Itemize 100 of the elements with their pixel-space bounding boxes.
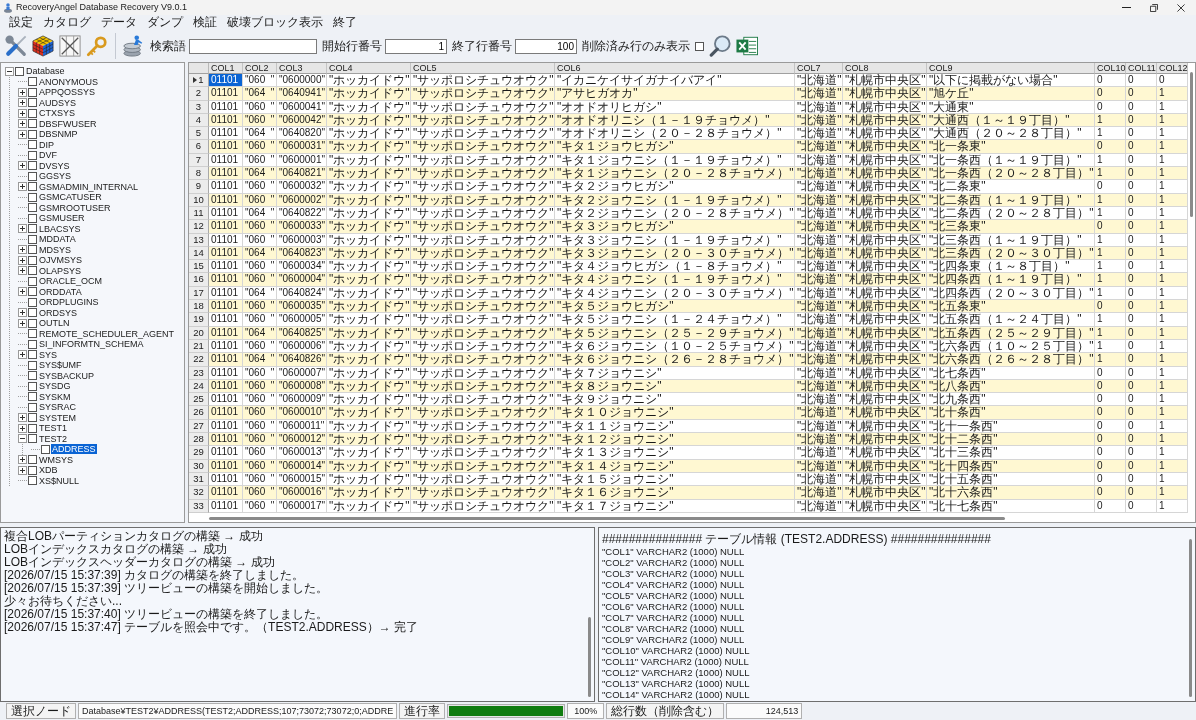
tree-item[interactable]: DBSNMP: [38, 129, 79, 140]
checkbox[interactable]: [28, 77, 37, 87]
expand-icon[interactable]: [18, 423, 27, 433]
tree-item[interactable]: APPQOSSYS: [38, 87, 97, 98]
tree-item[interactable]: SYSKM: [38, 391, 72, 402]
tree-item[interactable]: REMOTE_SCHEDULER_AGENT: [38, 328, 176, 339]
checkbox[interactable]: [28, 129, 37, 139]
expand-icon[interactable]: [18, 350, 27, 360]
tree-item[interactable]: OJVMSYS: [38, 255, 83, 266]
expand-icon[interactable]: [18, 245, 27, 255]
tree-item[interactable]: XS$NULL: [38, 475, 81, 486]
tree-item[interactable]: SYS: [38, 349, 58, 360]
column-header[interactable]: COL5: [411, 63, 555, 74]
column-header[interactable]: COL9: [927, 63, 1095, 74]
checkbox[interactable]: [28, 276, 37, 286]
expand-icon[interactable]: [18, 287, 27, 297]
checkbox[interactable]: [28, 350, 37, 360]
checkbox[interactable]: [28, 434, 37, 444]
tree-item[interactable]: DBSFWUSER: [38, 118, 98, 129]
end-row-field[interactable]: 100: [515, 38, 577, 54]
vertical-scrollbar[interactable]: [1189, 539, 1192, 697]
close-icon[interactable]: [1177, 3, 1185, 12]
checkbox[interactable]: [28, 476, 37, 486]
expand-icon[interactable]: [18, 308, 27, 318]
checkbox[interactable]: [28, 392, 37, 402]
checkbox[interactable]: [28, 465, 37, 475]
horizontal-scrollbar[interactable]: [209, 516, 1005, 520]
search-icon[interactable]: [709, 35, 731, 57]
tree-item[interactable]: GSMADMIN_INTERNAL: [38, 181, 139, 192]
expand-icon[interactable]: [18, 318, 27, 328]
checkbox[interactable]: [28, 213, 37, 223]
checkbox[interactable]: [28, 119, 37, 129]
checkbox[interactable]: [28, 98, 37, 108]
checkbox[interactable]: [28, 140, 37, 150]
checkbox[interactable]: [28, 381, 37, 391]
expand-icon[interactable]: [18, 98, 27, 108]
checkbox[interactable]: [28, 87, 37, 97]
tree-item[interactable]: SI_INFORMTN_SCHEMA: [38, 339, 145, 350]
checkbox[interactable]: [28, 308, 37, 318]
menu-item[interactable]: 終了: [328, 15, 362, 30]
tree-item[interactable]: ANONYMOUS: [38, 76, 99, 87]
checkbox[interactable]: [28, 203, 37, 213]
database-icon[interactable]: [123, 35, 145, 57]
tree-item[interactable]: GGSYS: [38, 171, 72, 182]
spreadsheet-icon[interactable]: [736, 35, 758, 57]
expand-icon[interactable]: [18, 266, 27, 276]
tree-item[interactable]: ORDSYS: [38, 307, 78, 318]
checkbox[interactable]: [28, 108, 37, 118]
column-header[interactable]: COL7: [795, 63, 843, 74]
checkbox[interactable]: [28, 329, 37, 339]
checkbox[interactable]: [28, 339, 37, 349]
tree-item[interactable]: SYS$UMF: [38, 360, 83, 371]
checkbox[interactable]: [28, 423, 37, 433]
expand-icon[interactable]: [18, 119, 27, 129]
checkbox[interactable]: [28, 171, 37, 181]
checkbox[interactable]: [28, 224, 37, 234]
tree-item[interactable]: SYSBACKUP: [38, 370, 96, 381]
column-header[interactable]: COL6: [555, 63, 795, 74]
tree-item[interactable]: TEST2: [38, 433, 68, 444]
checkbox[interactable]: [28, 255, 37, 265]
tree-item[interactable]: TEST1: [38, 423, 68, 434]
menu-item[interactable]: カタログ: [38, 15, 96, 30]
checkbox[interactable]: [28, 182, 37, 192]
tree-item[interactable]: WMSYS: [38, 454, 74, 465]
tree-item[interactable]: XDB: [38, 465, 59, 476]
checkbox[interactable]: [28, 360, 37, 370]
tree-item[interactable]: MDSYS: [38, 244, 72, 255]
tools-icon[interactable]: [5, 35, 27, 57]
tree-item[interactable]: GSMCATUSER: [38, 192, 103, 203]
tree-item[interactable]: SYSTEM: [38, 412, 77, 423]
expand-icon[interactable]: [18, 87, 27, 97]
expand-icon[interactable]: [18, 182, 27, 192]
menu-item[interactable]: 破壊ブロック表示: [222, 15, 328, 30]
expand-icon[interactable]: [18, 129, 27, 139]
collapse-icon[interactable]: [5, 66, 14, 76]
crossed-panel-icon[interactable]: [59, 35, 81, 57]
tree-item[interactable]: DIP: [38, 139, 55, 150]
checkbox[interactable]: [28, 413, 37, 423]
tree-item[interactable]: ORDDATA: [38, 286, 83, 297]
tree-item[interactable]: SYSDG: [38, 381, 72, 392]
tree-item[interactable]: OUTLN: [38, 318, 71, 329]
column-header[interactable]: COL4: [327, 63, 411, 74]
tree-item[interactable]: MDDATA: [38, 234, 77, 245]
search-field[interactable]: [189, 38, 317, 54]
checkbox[interactable]: [28, 371, 37, 381]
checkbox[interactable]: [28, 318, 37, 328]
expand-icon[interactable]: [18, 161, 27, 171]
menu-item[interactable]: 設定: [4, 15, 38, 30]
expand-icon[interactable]: [18, 224, 27, 234]
restore-icon[interactable]: [1150, 3, 1158, 12]
tree-item[interactable]: SYSRAC: [38, 402, 77, 413]
tree-item[interactable]: AUDSYS: [38, 97, 77, 108]
vertical-scrollbar[interactable]: [588, 617, 591, 697]
checkbox[interactable]: [28, 266, 37, 276]
tree-item[interactable]: GSMUSER: [38, 213, 86, 224]
menu-item[interactable]: 検証: [188, 15, 222, 30]
expand-icon[interactable]: [18, 455, 27, 465]
expand-icon[interactable]: [18, 255, 27, 265]
tree-item[interactable]: ORDPLUGINS: [38, 297, 100, 308]
column-header[interactable]: COL8: [843, 63, 927, 74]
